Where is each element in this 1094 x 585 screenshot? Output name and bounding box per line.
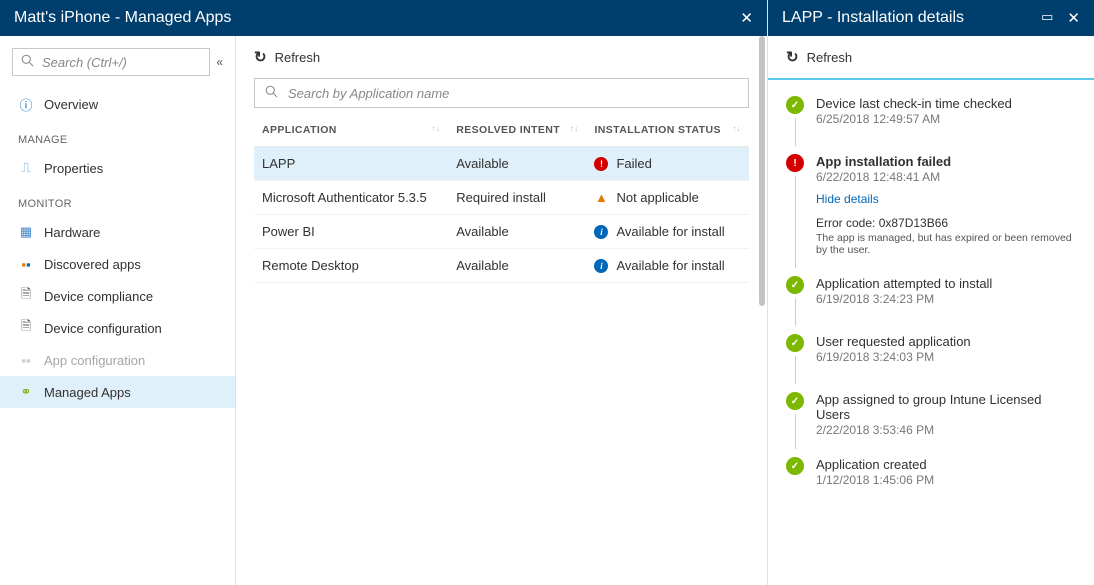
properties-icon: ⎍ (18, 160, 34, 176)
col-application[interactable]: APPLICATION↑↓ (254, 114, 448, 147)
content-area: ↻ Refresh Search by Application name APP… (236, 36, 767, 585)
configuration-icon: 🗎 (18, 320, 34, 336)
warning-icon: ▲ (594, 191, 608, 205)
table-row[interactable]: Remote Desktop Available iAvailable for … (254, 249, 749, 283)
main-title: Matt's iPhone - Managed Apps (14, 9, 740, 27)
refresh-label[interactable]: Refresh (807, 50, 853, 65)
col-installation-status[interactable]: INSTALLATION STATUS↑↓ (586, 114, 749, 147)
success-icon: ✓ (786, 392, 804, 410)
timeline-item: ✓ Device last check-in time checked 6/25… (786, 96, 1076, 150)
app-config-icon: ▪▪ (18, 352, 34, 368)
info-icon: i (594, 225, 608, 239)
success-icon: ✓ (786, 457, 804, 475)
timeline-item: ✓ App assigned to group Intune Licensed … (786, 392, 1076, 453)
apps-icon: ▪▪ (18, 256, 34, 272)
timeline-item: ! App installation failed 6/22/2018 12:4… (786, 154, 1076, 272)
table-row[interactable]: Microsoft Authenticator 5.3.5 Required i… (254, 181, 749, 215)
sidebar-item-discovered-apps[interactable]: ▪▪ Discovered apps (0, 248, 235, 280)
table-row[interactable]: LAPP Available !Failed (254, 147, 749, 181)
main-blade-header: Matt's iPhone - Managed Apps ✕ (0, 0, 767, 36)
sort-icon: ↑↓ (431, 124, 440, 133)
timeline: ✓ Device last check-in time checked 6/25… (786, 96, 1076, 503)
timeline-item: ✓ User requested application 6/19/2018 3… (786, 334, 1076, 388)
success-icon: ✓ (786, 96, 804, 114)
hide-details-link[interactable]: Hide details (816, 192, 879, 206)
timeline-item: ✓ Application attempted to install 6/19/… (786, 276, 1076, 330)
sidebar-item-properties[interactable]: ⎍ Properties (0, 152, 235, 184)
table-row[interactable]: Power BI Available iAvailable for instal… (254, 215, 749, 249)
sidebar-item-overview[interactable]: ⓘ Overview (0, 88, 235, 120)
collapse-sidebar-icon[interactable]: « (216, 55, 223, 69)
maximize-icon[interactable]: ▭ (1041, 9, 1053, 27)
close-icon[interactable]: ✕ (1067, 9, 1080, 27)
refresh-icon[interactable]: ↻ (254, 48, 267, 66)
refresh-label[interactable]: Refresh (275, 50, 321, 65)
sidebar-item-device-configuration[interactable]: 🗎 Device configuration (0, 312, 235, 344)
error-icon: ! (594, 157, 608, 171)
compliance-icon: 🗎 (18, 288, 34, 304)
detail-blade-header: LAPP - Installation details ▭ ✕ (768, 0, 1094, 36)
search-icon (265, 85, 278, 101)
sidebar-item-managed-apps[interactable]: ⚭ Managed Apps (0, 376, 235, 408)
sidebar: Search (Ctrl+/) « ⓘ Overview MANAGE ⎍ Pr… (0, 36, 236, 585)
close-icon[interactable]: ✕ (740, 9, 753, 27)
hardware-icon: ▦ (18, 224, 34, 240)
sidebar-section-monitor: MONITOR (0, 184, 235, 216)
error-message: The app is managed, but has expired or b… (816, 232, 1076, 256)
scrollbar[interactable] (759, 36, 765, 306)
info-icon: i (594, 259, 608, 273)
sort-icon: ↑↓ (570, 124, 579, 133)
detail-title: LAPP - Installation details (782, 9, 1041, 27)
info-icon: ⓘ (18, 96, 34, 112)
error-icon: ! (786, 154, 804, 172)
sidebar-item-app-configuration[interactable]: ▪▪ App configuration (0, 344, 235, 376)
managed-apps-icon: ⚭ (18, 384, 34, 400)
sort-icon: ↑↓ (732, 124, 741, 133)
sidebar-section-manage: MANAGE (0, 120, 235, 152)
sidebar-search-input[interactable]: Search (Ctrl+/) (12, 48, 210, 76)
sidebar-item-device-compliance[interactable]: 🗎 Device compliance (0, 280, 235, 312)
sidebar-item-hardware[interactable]: ▦ Hardware (0, 216, 235, 248)
timeline-item: ✓ Application created 1/12/2018 1:45:06 … (786, 457, 1076, 503)
col-resolved-intent[interactable]: RESOLVED INTENT↑↓ (448, 114, 586, 147)
error-code: Error code: 0x87D13B66 (816, 216, 1076, 230)
success-icon: ✓ (786, 334, 804, 352)
success-icon: ✓ (786, 276, 804, 294)
refresh-icon[interactable]: ↻ (786, 48, 799, 66)
app-search-input[interactable]: Search by Application name (254, 78, 749, 108)
search-icon (21, 54, 34, 70)
